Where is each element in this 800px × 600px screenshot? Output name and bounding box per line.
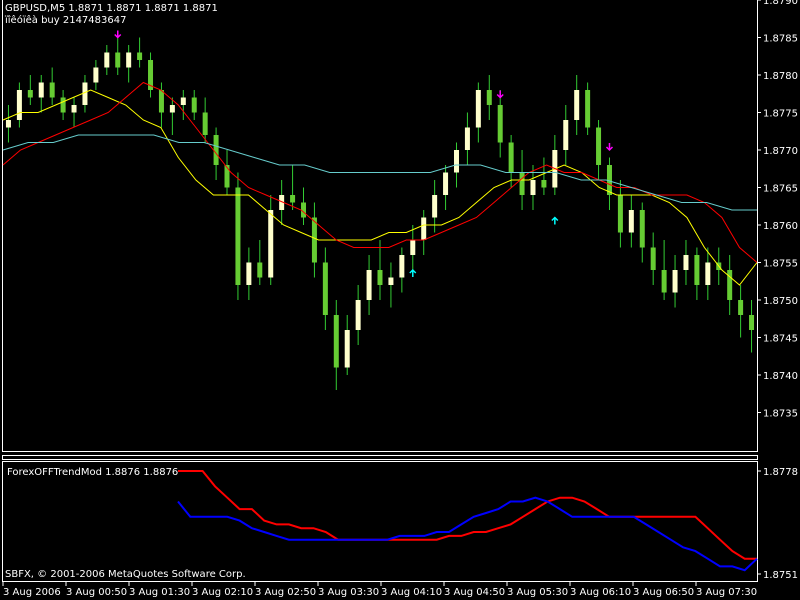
candle-body[interactable]: [180, 97, 186, 106]
candle-body[interactable]: [410, 240, 416, 255]
candle-body[interactable]: [475, 90, 481, 128]
candle-body[interactable]: [639, 210, 645, 248]
y-tick-label: 1.8750: [763, 296, 798, 307]
x-tick-label: 3 Aug 00:50: [66, 587, 127, 598]
candle-body[interactable]: [82, 82, 88, 106]
candle-body[interactable]: [541, 180, 547, 188]
candle-body[interactable]: [519, 172, 525, 196]
candle-body[interactable]: [749, 315, 755, 330]
y-tick-label: 1.8735: [763, 409, 798, 420]
candle-body[interactable]: [355, 300, 361, 330]
x-tick-label: 3 Aug 01:30: [129, 587, 190, 598]
candle-body[interactable]: [683, 255, 689, 270]
x-tick-label: 3 Aug 04:50: [444, 587, 505, 598]
candle-body[interactable]: [224, 165, 230, 188]
y-tick-label: 1.8765: [763, 184, 798, 195]
candle-body[interactable]: [530, 180, 536, 195]
candle-body[interactable]: [596, 127, 602, 166]
candle-body[interactable]: [486, 90, 492, 105]
candle-body[interactable]: [738, 300, 744, 315]
x-tick-label: 3 Aug 2006: [3, 587, 61, 598]
candle-body[interactable]: [169, 105, 175, 113]
candle-body[interactable]: [574, 90, 580, 120]
candle-body[interactable]: [16, 90, 22, 120]
candle-body[interactable]: [27, 90, 33, 98]
candle-body[interactable]: [71, 105, 77, 113]
y-tick-label: 1.8740: [763, 371, 798, 382]
y-tick-label: 1.8745: [763, 334, 798, 345]
candle-body[interactable]: [311, 217, 317, 263]
candle-body[interactable]: [421, 217, 427, 241]
candle-body[interactable]: [93, 67, 99, 83]
chart-title: GBPUSD,M5 1.8871 1.8871 1.8871 1.8871: [5, 3, 218, 14]
x-tick-label: 3 Aug 02:50: [255, 587, 316, 598]
candle-body[interactable]: [464, 127, 470, 151]
candle-body[interactable]: [585, 90, 591, 128]
y-tick-label: 1.8785: [763, 34, 798, 45]
indicator-title: ForexOFFTrendMod 1.8876 1.8876: [7, 467, 179, 478]
copyright-text: SBFX, © 2001-2006 MetaQuotes Software Co…: [5, 569, 246, 580]
candle-body[interactable]: [49, 82, 55, 98]
y-tick-label: 1.8760: [763, 221, 798, 232]
y-tick-label: 1.8775: [763, 109, 798, 120]
candle-body[interactable]: [705, 262, 711, 286]
candle-body[interactable]: [333, 315, 339, 368]
candle-body[interactable]: [661, 270, 667, 293]
candle-body[interactable]: [344, 330, 350, 368]
x-tick-label: 3 Aug 04:10: [381, 587, 442, 598]
candle-body[interactable]: [432, 195, 438, 218]
candle-body[interactable]: [137, 52, 143, 61]
indicator-y-tick-label: 1.8778: [763, 467, 798, 478]
x-tick-label: 3 Aug 03:30: [318, 587, 379, 598]
candle-body[interactable]: [377, 270, 383, 285]
chart-status: ïîêóïêà buy 2147483647: [5, 15, 127, 26]
x-tick-label: 3 Aug 02:10: [192, 587, 253, 598]
candle-body[interactable]: [202, 112, 208, 136]
candle-body[interactable]: [126, 52, 132, 68]
candle-body[interactable]: [257, 262, 263, 278]
candle-body[interactable]: [213, 135, 219, 165]
forex-chart[interactable]: 1.8790 1.8785 1.8780 1.8775 1.8770 1.8765 1.87…: [0, 0, 800, 600]
candle-body[interactable]: [290, 195, 296, 203]
candle-body[interactable]: [235, 187, 241, 286]
x-tick-label: 3 Aug 06:10: [570, 587, 631, 598]
candle-body[interactable]: [246, 262, 252, 286]
candle-body[interactable]: [115, 52, 121, 68]
candle-body[interactable]: [388, 277, 394, 286]
candle-body[interactable]: [322, 262, 328, 316]
candle-body[interactable]: [628, 210, 634, 233]
candle-body[interactable]: [563, 120, 569, 150]
chart-background: [0, 0, 800, 600]
candle-body[interactable]: [443, 172, 449, 196]
y-tick-label: 1.8780: [763, 71, 798, 82]
y-tick-label: 1.8770: [763, 146, 798, 157]
candle-body[interactable]: [508, 142, 514, 173]
candle-body[interactable]: [399, 255, 405, 278]
x-tick-label: 3 Aug 05:30: [507, 587, 568, 598]
x-tick-label: 3 Aug 06:50: [633, 587, 694, 598]
y-tick-label: 1.8755: [763, 259, 798, 270]
indicator-y-tick-label: 1.8751: [763, 570, 798, 581]
x-tick-label: 3 Aug 07:30: [696, 587, 757, 598]
y-tick-label: 1.8790: [763, 0, 798, 7]
candle-body[interactable]: [617, 195, 623, 233]
candle-body[interactable]: [453, 150, 459, 173]
candle-body[interactable]: [650, 247, 656, 271]
candle-body[interactable]: [268, 210, 274, 278]
candle-body[interactable]: [191, 97, 197, 113]
candle-body[interactable]: [60, 97, 66, 113]
candle-body[interactable]: [38, 82, 44, 98]
candle-body[interactable]: [694, 255, 700, 285]
candle-body[interactable]: [158, 90, 164, 113]
candle-body[interactable]: [672, 270, 678, 293]
candle-body[interactable]: [5, 120, 11, 128]
candle-body[interactable]: [497, 105, 503, 143]
candle-body[interactable]: [104, 52, 110, 68]
candle-body[interactable]: [366, 270, 372, 300]
